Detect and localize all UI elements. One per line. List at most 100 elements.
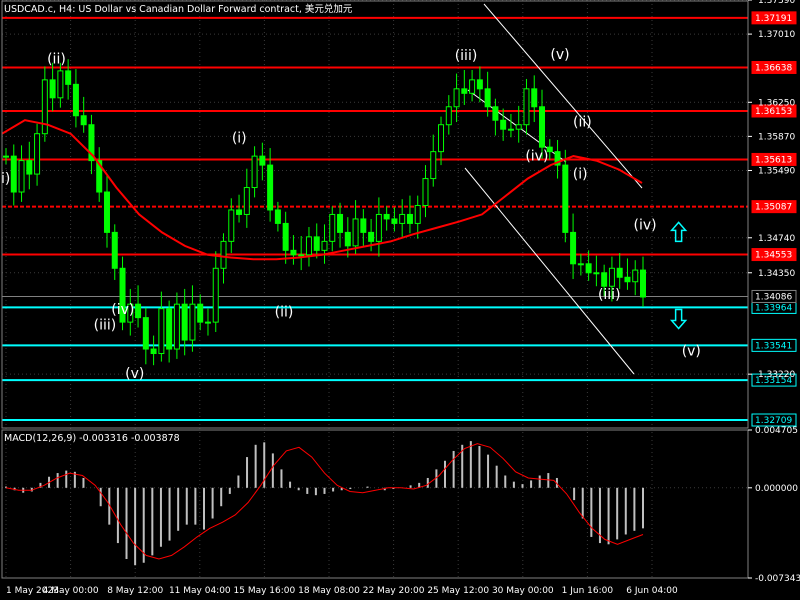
candle-body bbox=[228, 209, 235, 242]
price-tick-label: 1.34350 bbox=[758, 269, 795, 279]
macd-tick-label: 0.000000 bbox=[755, 484, 798, 494]
candle-body bbox=[150, 348, 157, 355]
candle-body bbox=[570, 231, 577, 265]
level-tag-label: 1.36638 bbox=[755, 63, 792, 73]
candle-body bbox=[438, 124, 445, 153]
wave-label: (ii) bbox=[573, 115, 592, 131]
candle-body bbox=[601, 272, 608, 287]
candle-body bbox=[375, 213, 382, 242]
candle-body bbox=[515, 124, 522, 130]
candle-body bbox=[3, 155, 9, 158]
candle-body bbox=[259, 155, 266, 166]
candle-body bbox=[391, 218, 398, 224]
candle-body bbox=[484, 88, 491, 108]
chart-title: USDCAD.c, H4: US Dollar vs Canadian Doll… bbox=[4, 3, 353, 15]
candle-body bbox=[267, 164, 274, 211]
level-tag-label: 1.32709 bbox=[755, 416, 792, 426]
candle-body bbox=[26, 160, 33, 175]
candle-body bbox=[640, 269, 646, 298]
macd-title: MACD(12,26,9) -0.003316 -0.003878 bbox=[4, 433, 180, 444]
candle-body bbox=[344, 231, 351, 247]
level-tag-label: 1.33964 bbox=[755, 303, 792, 313]
candle-body bbox=[274, 209, 281, 224]
candle-body bbox=[158, 308, 165, 355]
time-tick-label: 11 May 04:00 bbox=[169, 586, 231, 596]
candle-body bbox=[461, 88, 468, 94]
candle-body bbox=[212, 267, 219, 323]
candle-body bbox=[313, 236, 320, 251]
wave-label: (v) bbox=[125, 366, 144, 382]
wave-label: (iii) bbox=[94, 317, 117, 333]
trading-chart[interactable]: 1.37191 1.36638 1.36153 1.35613 1.35087 1.345… bbox=[0, 0, 800, 600]
price-tick-label: 1.33220 bbox=[758, 370, 795, 380]
macd-tick-label: -0.007343 bbox=[755, 574, 800, 584]
candle-body bbox=[383, 213, 390, 220]
candle-body bbox=[72, 83, 79, 117]
candle-body bbox=[220, 240, 227, 269]
wave-label: (ii) bbox=[47, 52, 66, 68]
candle-body bbox=[616, 267, 623, 278]
candle-body bbox=[173, 303, 180, 350]
wave-label: (iv) bbox=[111, 302, 134, 318]
candle-body bbox=[49, 79, 56, 99]
candle-body bbox=[492, 106, 499, 121]
candle-body bbox=[585, 263, 592, 274]
candle-body bbox=[329, 213, 336, 242]
candle-body bbox=[632, 269, 639, 283]
price-tick-label: 1.37010 bbox=[758, 30, 795, 40]
candle-body bbox=[80, 115, 87, 126]
candle-body bbox=[500, 119, 507, 130]
level-tag-label: 1.37191 bbox=[755, 14, 792, 24]
candle-body bbox=[298, 254, 305, 257]
candle-body bbox=[236, 209, 243, 215]
candle-body bbox=[507, 128, 514, 131]
candle-body bbox=[414, 204, 421, 224]
candle-body bbox=[422, 178, 429, 206]
level-tag-label: 1.36153 bbox=[755, 107, 792, 117]
current-price-label: 1.34086 bbox=[755, 292, 792, 302]
candle-body bbox=[243, 187, 250, 215]
candle-body bbox=[445, 106, 452, 126]
time-tick-label: 18 May 08:00 bbox=[298, 586, 360, 596]
wave-label: (iii) bbox=[455, 48, 478, 64]
candle-body bbox=[562, 164, 569, 233]
wave-label: (i) bbox=[232, 131, 247, 147]
candle-body bbox=[430, 151, 437, 180]
time-tick-label: 1 Jun 16:00 bbox=[562, 586, 614, 596]
candle-body bbox=[577, 263, 584, 266]
candle-body bbox=[624, 276, 631, 283]
candle-body bbox=[531, 88, 538, 108]
candle-body bbox=[539, 106, 546, 148]
wave-label: (iv) bbox=[633, 218, 656, 234]
candle-body bbox=[523, 88, 530, 126]
price-tick-label: 1.36250 bbox=[758, 98, 795, 108]
price-tick-label: 1.34740 bbox=[758, 234, 795, 244]
candle-body bbox=[166, 308, 173, 350]
wave-label: (iv) bbox=[525, 149, 548, 165]
candle-body bbox=[41, 79, 48, 135]
candle-body bbox=[337, 213, 344, 233]
wave-label: (v) bbox=[682, 343, 701, 359]
time-tick-label: 15 May 16:00 bbox=[234, 586, 296, 596]
price-tick-label: 1.37390 bbox=[758, 0, 795, 6]
candle-body bbox=[593, 272, 600, 275]
candle-body bbox=[453, 88, 460, 108]
wave-label: (ii) bbox=[275, 305, 294, 321]
candle-body bbox=[406, 213, 413, 224]
candle-body bbox=[608, 267, 615, 287]
price-tick-label: 1.35490 bbox=[758, 166, 795, 176]
candle-body bbox=[181, 303, 188, 341]
candle-body bbox=[142, 317, 149, 350]
wave-label: (iii) bbox=[598, 287, 621, 303]
level-tag-label: 1.35087 bbox=[755, 203, 792, 213]
candle-body bbox=[189, 303, 196, 341]
time-tick-label: 22 May 20:00 bbox=[363, 586, 425, 596]
candle-body bbox=[10, 155, 17, 193]
candle-body bbox=[18, 160, 25, 193]
candle-body bbox=[399, 213, 406, 224]
time-tick-label: 30 May 00:00 bbox=[492, 586, 554, 596]
level-tag-label: 1.35613 bbox=[755, 155, 792, 165]
wave-label: (i) bbox=[573, 167, 588, 183]
candle-body bbox=[34, 133, 41, 175]
macd-tick-label: 0.004705 bbox=[755, 426, 798, 436]
